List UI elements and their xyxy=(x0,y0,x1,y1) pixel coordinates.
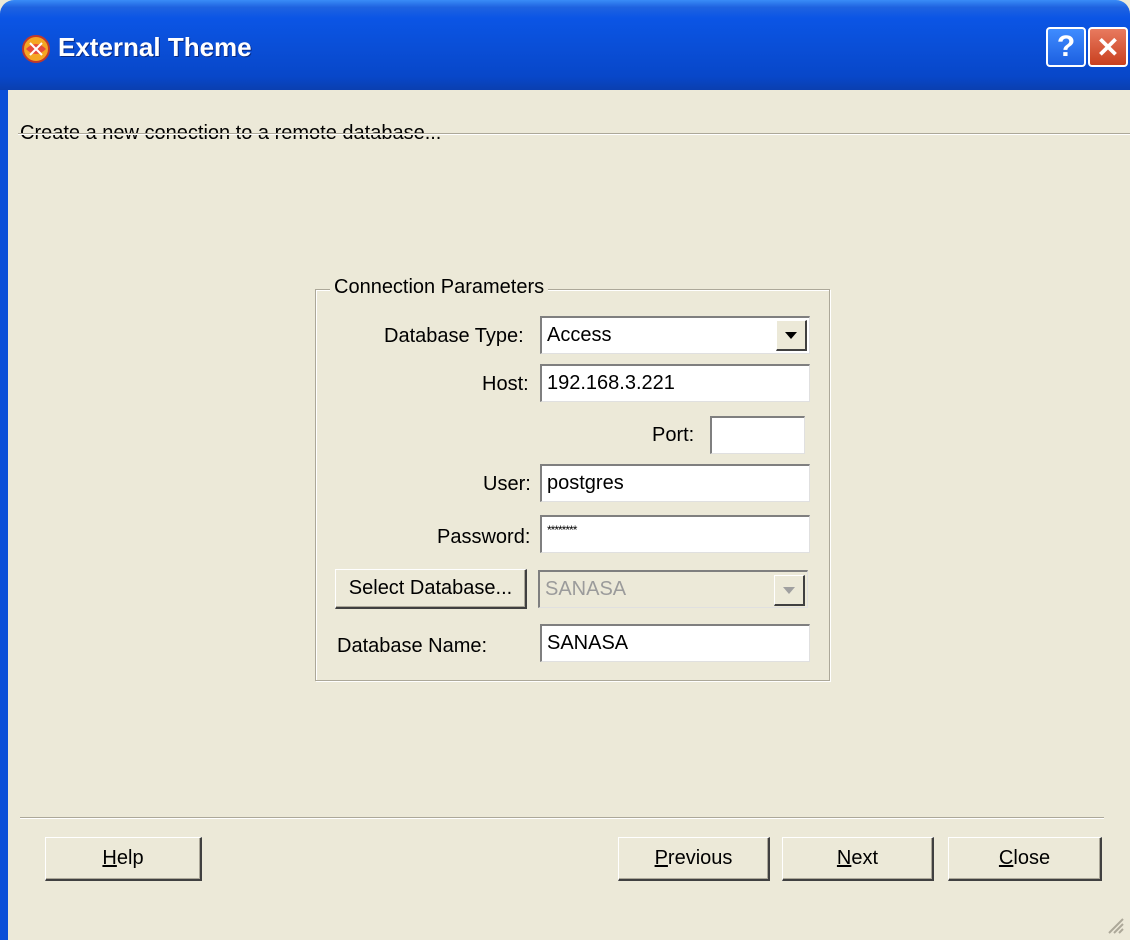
group-legend: Connection Parameters xyxy=(330,276,549,299)
database-type-dropdown-button[interactable] xyxy=(776,320,807,351)
database-name-label: Database Name: xyxy=(337,635,488,657)
close-icon: ✕ xyxy=(1096,31,1120,63)
database-name-input[interactable]: SANASA xyxy=(540,624,810,662)
select-database-value: SANASA xyxy=(545,578,627,600)
password-value: ******** xyxy=(547,523,577,537)
database-type-select[interactable]: Access xyxy=(540,316,810,354)
user-label: User: xyxy=(483,473,531,495)
help-mnemonic: H xyxy=(102,847,117,869)
close-title-button[interactable]: ✕ xyxy=(1088,27,1128,67)
next-mnemonic: N xyxy=(836,847,852,869)
user-input[interactable]: postgres xyxy=(540,464,810,502)
resize-grip-icon[interactable] xyxy=(1104,914,1124,934)
chevron-down-icon xyxy=(783,586,795,594)
window-frame-left xyxy=(0,90,8,940)
next-button[interactable]: Next xyxy=(782,837,934,881)
title-bar[interactable]: External Theme ? ✕ xyxy=(0,0,1130,90)
app-icon xyxy=(22,35,50,63)
password-label: Password: xyxy=(437,526,531,548)
footer-divider xyxy=(20,817,1104,819)
select-database-dropdown-button xyxy=(774,575,805,606)
user-value: postgres xyxy=(547,472,624,494)
database-type-value: Access xyxy=(547,324,612,346)
host-label: Host: xyxy=(482,373,529,395)
help-label: elp xyxy=(116,847,144,869)
previous-label: revious xyxy=(667,847,733,869)
next-label: ext xyxy=(851,847,879,869)
database-type-label: Database Type: xyxy=(384,325,524,347)
close-label: lose xyxy=(1013,847,1051,869)
help-title-button[interactable]: ? xyxy=(1046,27,1086,67)
select-database-button[interactable]: Select Database... xyxy=(335,569,527,609)
database-name-value: SANASA xyxy=(547,632,629,654)
close-button[interactable]: Close xyxy=(948,837,1102,881)
password-input[interactable]: ******** xyxy=(540,515,810,553)
close-mnemonic: C xyxy=(998,847,1014,869)
port-input[interactable] xyxy=(710,416,805,454)
chevron-down-icon xyxy=(785,331,797,339)
previous-mnemonic: P xyxy=(654,847,668,869)
question-icon: ? xyxy=(1056,30,1076,63)
previous-button[interactable]: Previous xyxy=(618,837,770,881)
select-database-combo: SANASA xyxy=(538,570,808,608)
port-label: Port: xyxy=(652,424,695,446)
host-input[interactable]: 192.168.3.221 xyxy=(540,364,810,402)
host-value: 192.168.3.221 xyxy=(547,372,675,394)
window-title: External Theme xyxy=(58,32,252,62)
header-divider xyxy=(18,133,1130,135)
help-button[interactable]: Help xyxy=(45,837,202,881)
